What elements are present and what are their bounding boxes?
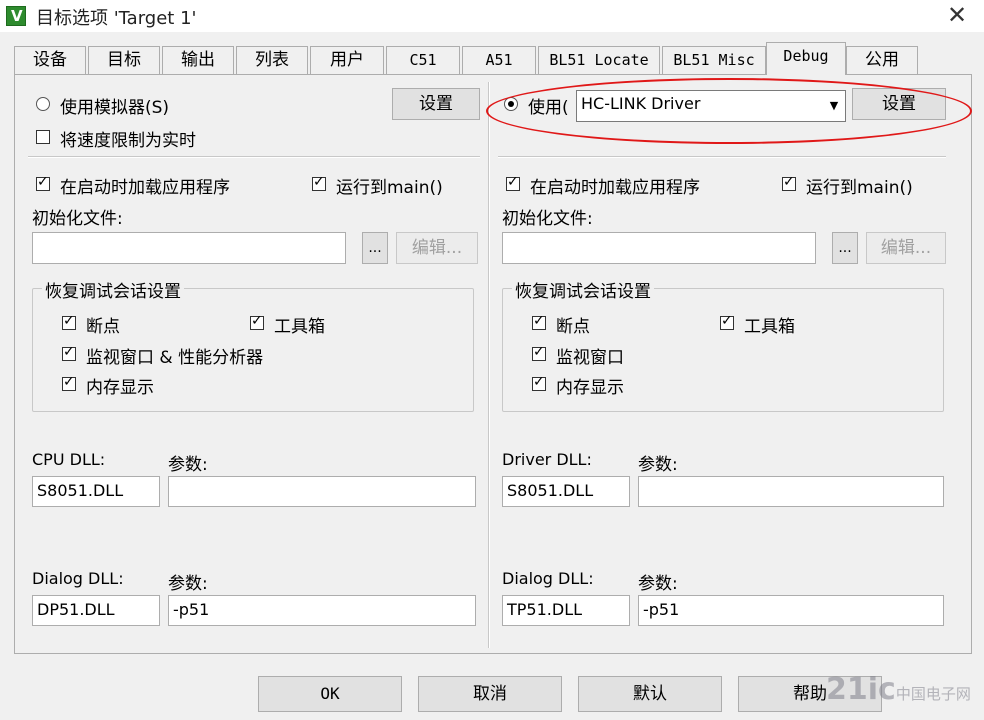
right-watch-windows-checkbox[interactable] (532, 344, 546, 361)
tab-c51[interactable]: C51 (386, 46, 460, 74)
cancel-button[interactable]: 取消 (418, 676, 562, 712)
right-toolbox-label: 工具箱 (744, 317, 795, 337)
left-dialog-dll-input[interactable]: DP51.DLL (32, 595, 160, 626)
chevron-down-icon[interactable]: ▼ (823, 91, 845, 121)
tab-a51[interactable]: A51 (462, 46, 536, 74)
app-icon (6, 6, 26, 26)
driver-select[interactable]: HC-LINK Driver ▼ (576, 90, 846, 122)
right-separator (498, 156, 946, 158)
left-toolbox-label: 工具箱 (274, 317, 325, 337)
left-memory-display-label: 内存显示 (86, 378, 154, 398)
tab-user[interactable]: 用户 (310, 46, 384, 74)
left-dialog-dll-label: Dialog DLL: (32, 569, 124, 588)
close-button[interactable]: ✕ (930, 0, 984, 32)
left-watch-windows-checkbox[interactable] (62, 344, 76, 361)
tab-bl51-locate[interactable]: BL51 Locate (538, 46, 660, 74)
right-settings-button[interactable]: 设置 (852, 88, 946, 120)
right-dialog-param-label: 参数: (638, 574, 678, 594)
use-simulator-radio[interactable] (36, 97, 50, 111)
right-run-to-main-checkbox[interactable] (782, 174, 796, 191)
cpu-param-label: 参数: (168, 455, 208, 475)
right-breakpoints-checkbox[interactable] (532, 313, 546, 330)
title-bar: 目标选项 'Target 1' ✕ (0, 0, 984, 32)
right-toolbox-checkbox[interactable] (720, 313, 734, 330)
left-watch-windows-label: 监视窗口 & 性能分析器 (86, 348, 264, 368)
driver-select-value: HC-LINK Driver (581, 94, 701, 113)
right-load-app-checkbox[interactable] (506, 174, 520, 191)
cpu-dll-label: CPU DLL: (32, 450, 106, 469)
use-driver-label: 使用( (528, 98, 569, 118)
cpu-param-input[interactable] (168, 476, 476, 507)
close-icon: ✕ (946, 1, 968, 29)
driver-dll-input[interactable]: S8051.DLL (502, 476, 630, 507)
right-init-file-label: 初始化文件: (502, 209, 593, 229)
left-breakpoints-checkbox[interactable] (62, 313, 76, 330)
right-restore-group-title: 恢复调试会话设置 (512, 277, 654, 302)
left-restore-group-title: 恢复调试会话设置 (42, 277, 184, 302)
left-dialog-param-input[interactable]: -p51 (168, 595, 476, 626)
left-init-file-label: 初始化文件: (32, 209, 123, 229)
right-breakpoints-label: 断点 (556, 317, 590, 337)
tab-target[interactable]: 目标 (88, 46, 160, 74)
limit-speed-checkbox[interactable] (36, 130, 50, 144)
tab-device[interactable]: 设备 (14, 46, 86, 74)
driver-dll-label: Driver DLL: (502, 450, 592, 469)
use-simulator-label: 使用模拟器(S) (60, 98, 170, 118)
right-memory-display-checkbox[interactable] (532, 374, 546, 391)
cpu-dll-input[interactable]: S8051.DLL (32, 476, 160, 507)
left-run-to-main-checkbox[interactable] (312, 174, 326, 191)
right-edit-button[interactable]: 编辑... (866, 232, 946, 264)
tab-listing[interactable]: 列表 (236, 46, 308, 74)
right-dialog-dll-input[interactable]: TP51.DLL (502, 595, 630, 626)
panel-divider (488, 82, 490, 648)
right-init-file-input[interactable] (502, 232, 816, 264)
right-watch-windows-label: 监视窗口 (556, 348, 624, 368)
left-settings-button[interactable]: 设置 (392, 88, 480, 120)
left-load-app-label: 在启动时加载应用程序 (60, 178, 230, 198)
right-dialog-dll-label: Dialog DLL: (502, 569, 594, 588)
window-title: 目标选项 'Target 1' (36, 8, 197, 29)
limit-speed-label: 将速度限制为实时 (60, 131, 196, 151)
tab-bl51-misc[interactable]: BL51 Misc (662, 46, 766, 74)
left-separator (28, 156, 480, 158)
left-edit-button[interactable]: 编辑... (396, 232, 478, 264)
left-load-app-checkbox[interactable] (36, 174, 50, 191)
tab-debug[interactable]: Debug (766, 42, 846, 75)
use-driver-radio[interactable] (504, 97, 518, 111)
right-dialog-param-input[interactable]: -p51 (638, 595, 944, 626)
left-toolbox-checkbox[interactable] (250, 313, 264, 330)
left-memory-display-checkbox[interactable] (62, 374, 76, 391)
right-load-app-label: 在启动时加载应用程序 (530, 178, 700, 198)
defaults-button[interactable]: 默认 (578, 676, 722, 712)
left-dialog-param-label: 参数: (168, 574, 208, 594)
right-run-to-main-label: 运行到main() (806, 178, 913, 198)
left-breakpoints-label: 断点 (86, 317, 120, 337)
ok-button[interactable]: OK (258, 676, 402, 712)
left-run-to-main-label: 运行到main() (336, 178, 443, 198)
tab-utilities[interactable]: 公用 (846, 46, 918, 74)
driver-param-label: 参数: (638, 455, 678, 475)
left-init-file-input[interactable] (32, 232, 346, 264)
tab-output[interactable]: 输出 (162, 46, 234, 74)
watermark: 21ic中国电子网 (826, 672, 971, 707)
right-browse-button[interactable]: ... (832, 232, 858, 264)
left-browse-button[interactable]: ... (362, 232, 388, 264)
right-memory-display-label: 内存显示 (556, 378, 624, 398)
driver-param-input[interactable] (638, 476, 944, 507)
